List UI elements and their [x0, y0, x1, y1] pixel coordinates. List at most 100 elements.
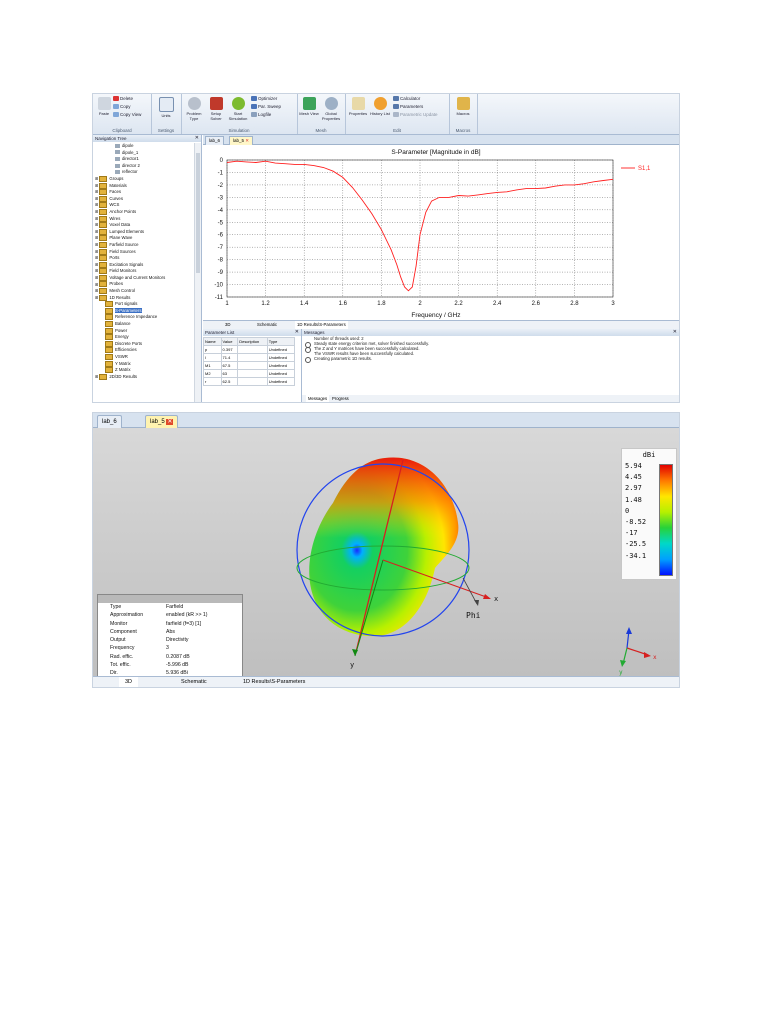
- properties-button[interactable]: Properties: [348, 97, 368, 116]
- expand-icon[interactable]: ⊞: [95, 242, 98, 247]
- close-icon[interactable]: ✕: [673, 329, 677, 336]
- expand-icon[interactable]: ⊞: [95, 222, 98, 227]
- tree-item[interactable]: ⊞ Wires: [93, 215, 195, 223]
- expand-icon[interactable]: ⊞: [95, 275, 98, 280]
- tree-item[interactable]: Power: [93, 327, 195, 335]
- paste-button[interactable]: Paste: [94, 97, 114, 116]
- tree-item[interactable]: Balance: [93, 321, 195, 328]
- close-tab-icon[interactable]: ✕: [166, 419, 174, 425]
- 3d-farfield-view[interactable]: x y Phi x y dBi 5.94 4.45 2.97 1.48 0 -8.52 -1…: [93, 428, 679, 678]
- par-sweep-button[interactable]: Par. Sweep: [251, 104, 281, 110]
- column-header[interactable]: Description: [237, 337, 268, 346]
- tree-item[interactable]: Y Matrix: [93, 360, 195, 368]
- tree-item[interactable]: ⊞ Field Sources: [93, 248, 195, 256]
- tab-messages[interactable]: Messages: [306, 395, 330, 402]
- tree-item[interactable]: ⊞ Field Monitors: [93, 268, 195, 275]
- close-icon[interactable]: ✕: [195, 135, 199, 142]
- tree-item[interactable]: ⊞ Mesh Control: [93, 288, 195, 295]
- view-tab-s-parameters[interactable]: 1D Results\S-Parameters: [295, 321, 348, 329]
- history-list-button[interactable]: History List: [370, 97, 390, 116]
- delete-button[interactable]: Delete: [113, 96, 133, 102]
- tab-lab-6[interactable]: lab_6: [97, 415, 122, 428]
- parameters-button[interactable]: Parameters: [393, 104, 423, 110]
- table-row[interactable]: M2 63 Undefined: [203, 369, 296, 378]
- tree-item[interactable]: Reference Impedance: [93, 314, 195, 321]
- tree-item[interactable]: S-Parameters: [93, 307, 195, 315]
- tree-item[interactable]: Energy: [93, 334, 195, 341]
- tree-item[interactable]: ⊞ Excitation Signals: [93, 261, 195, 269]
- tree-item[interactable]: ⊞ 2D/3D Results: [93, 373, 195, 381]
- expand-icon[interactable]: ⊞: [95, 374, 98, 379]
- tree-item[interactable]: ⊞ Curves: [93, 195, 195, 203]
- close-tab-icon[interactable]: ✕: [245, 138, 249, 143]
- tree-item[interactable]: ⊞ 1D Results: [93, 294, 195, 302]
- expand-icon[interactable]: ⊞: [95, 209, 98, 214]
- expand-icon[interactable]: ⊞: [95, 249, 98, 254]
- copy-view-button[interactable]: Copy View: [113, 112, 141, 118]
- tree-item[interactable]: Port signals: [93, 301, 195, 308]
- close-icon[interactable]: ✕: [295, 329, 299, 336]
- tree-item[interactable]: ⊞ Anchor Points: [93, 208, 195, 216]
- expand-icon[interactable]: ⊞: [95, 216, 98, 221]
- tree-item[interactable]: reflector: [93, 169, 195, 176]
- tree-item[interactable]: director1: [93, 156, 195, 163]
- setup-solver-button[interactable]: Setup Solver: [206, 97, 226, 121]
- expand-icon[interactable]: ⊞: [95, 288, 98, 293]
- tree-item[interactable]: dipole_1: [93, 150, 195, 157]
- view-tab-3d[interactable]: 3D: [119, 677, 139, 687]
- tree-item[interactable]: ⊞ Ports: [93, 255, 195, 262]
- scrollbar-thumb[interactable]: [196, 153, 200, 273]
- tree-item[interactable]: Discrete Ports: [93, 340, 195, 348]
- tree-item[interactable]: ⊞ Faces: [93, 189, 195, 196]
- tree-item[interactable]: ⊞ Voxel Data: [93, 222, 195, 229]
- units-button[interactable]: Units: [156, 97, 176, 118]
- expand-icon[interactable]: ⊞: [95, 262, 98, 267]
- logfile-button[interactable]: Logfile: [251, 112, 271, 118]
- view-tab-schematic[interactable]: Schematic: [257, 321, 277, 329]
- tree-item[interactable]: Efficiencies: [93, 347, 195, 354]
- expand-icon[interactable]: ⊞: [95, 189, 98, 194]
- expand-icon[interactable]: ⊞: [95, 229, 98, 234]
- copy-button[interactable]: Copy: [113, 104, 131, 110]
- column-header[interactable]: Value: [220, 337, 239, 346]
- table-row[interactable]: M1 67.5 Undefined: [203, 361, 296, 370]
- expand-icon[interactable]: ⊞: [95, 255, 98, 260]
- column-header[interactable]: Name: [203, 337, 222, 346]
- expand-icon[interactable]: ⊞: [95, 268, 98, 273]
- tree-item[interactable]: ⊞ Voltage and Current Monitors: [93, 274, 195, 282]
- expand-icon[interactable]: ⊞: [95, 196, 98, 201]
- tree-item[interactable]: ⊞ Plane Wave: [93, 235, 195, 242]
- tree-item[interactable]: ⊞ Farfield Source: [93, 241, 195, 249]
- column-header[interactable]: Type: [266, 337, 296, 346]
- table-row[interactable]: p 0.397 Undefined: [203, 345, 296, 354]
- start-simulation-button[interactable]: Start Simulation: [228, 97, 248, 121]
- tree-item[interactable]: VSWR: [93, 354, 195, 361]
- expand-icon[interactable]: ⊞: [95, 202, 98, 207]
- mesh-view-button[interactable]: Mesh View: [299, 97, 319, 116]
- calculator-button[interactable]: Calculator: [393, 96, 420, 102]
- expand-icon[interactable]: ⊞: [95, 295, 98, 300]
- macros-button[interactable]: Macros: [453, 97, 473, 116]
- expand-icon[interactable]: ⊞: [95, 235, 98, 240]
- tree-item[interactable]: ⊞ Groups: [93, 175, 195, 183]
- tab-lab-5[interactable]: lab_5 ✕: [145, 415, 179, 428]
- tree-scrollbar[interactable]: [194, 143, 201, 402]
- tree-item[interactable]: dipole: [93, 143, 195, 150]
- tree-item[interactable]: Z Matrix: [93, 367, 195, 374]
- table-row[interactable]: l 71.4 Undefined: [203, 353, 296, 362]
- tab-lab-5[interactable]: lab_5 ✕: [229, 136, 254, 145]
- tree-item[interactable]: director 2: [93, 163, 195, 170]
- view-tab-3d[interactable]: 3D: [225, 321, 231, 329]
- tree-item[interactable]: ⊞ Lumped Elements: [93, 228, 195, 236]
- expand-icon[interactable]: ⊞: [95, 176, 98, 181]
- tab-progress[interactable]: Progress: [332, 395, 349, 402]
- table-row[interactable]: r 62.5 Undefined: [203, 377, 296, 386]
- problem-type-button[interactable]: Problem Type: [184, 97, 204, 121]
- view-tab-schematic[interactable]: Schematic: [181, 677, 207, 687]
- tree-item[interactable]: ⊞ Probes: [93, 281, 195, 288]
- tree-item[interactable]: ⊞ Materials: [93, 182, 195, 190]
- view-tab-s-parameters[interactable]: 1D Results\S-Parameters: [243, 677, 305, 687]
- expand-icon[interactable]: ⊞: [95, 183, 98, 188]
- parametric-update-button[interactable]: Parametric Update: [393, 112, 438, 118]
- expand-icon[interactable]: ⊞: [95, 282, 98, 287]
